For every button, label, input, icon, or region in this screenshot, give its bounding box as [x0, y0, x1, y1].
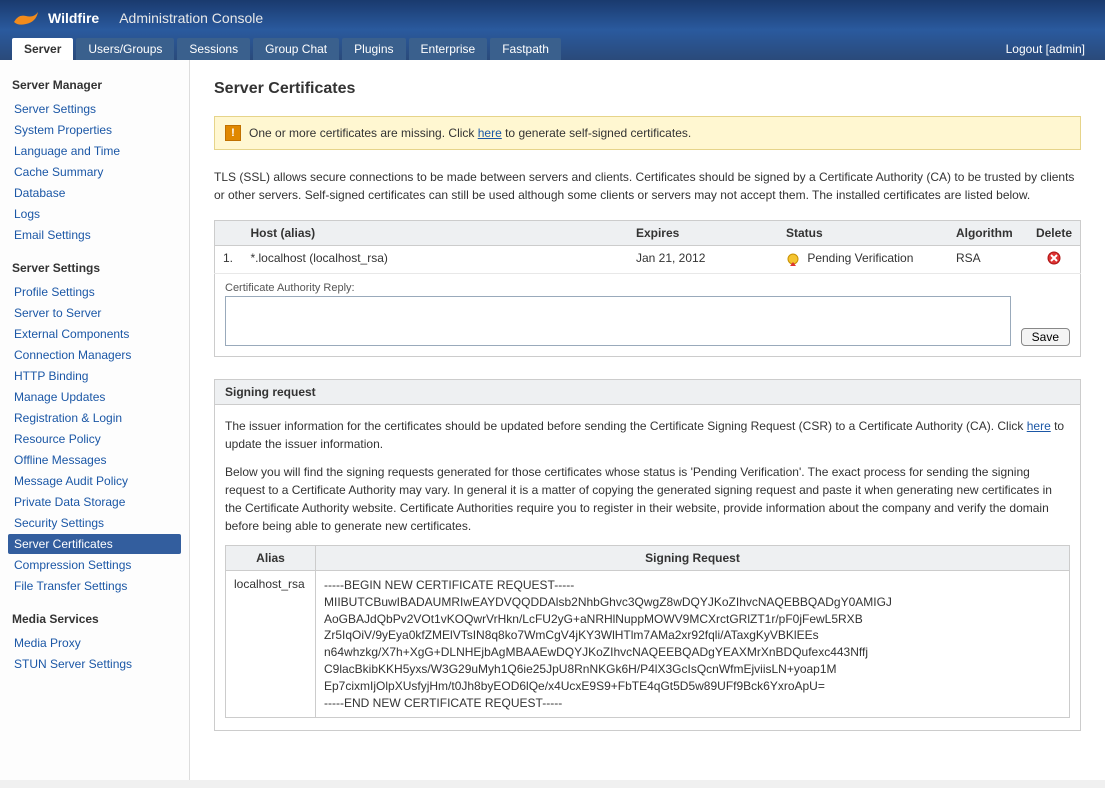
sidebar-item-file-transfer-settings[interactable]: File Transfer Settings: [8, 576, 181, 596]
sidebar-item-language-time[interactable]: Language and Time: [8, 141, 181, 161]
tab-enterprise[interactable]: Enterprise: [409, 38, 488, 60]
tab-sessions[interactable]: Sessions: [177, 38, 250, 60]
signing-request-body: The issuer information for the certifica…: [214, 405, 1081, 731]
console-title: Administration Console: [119, 10, 263, 26]
col-host: Host (alias): [243, 221, 628, 246]
col-status: Status: [778, 221, 948, 246]
sidebar-item-server-to-server[interactable]: Server to Server: [8, 303, 181, 323]
ca-reply-input[interactable]: [225, 296, 1011, 346]
col-alias: Alias: [226, 546, 316, 571]
logo: Wildfire: [12, 8, 99, 28]
delete-button[interactable]: [1047, 254, 1061, 268]
tab-group-chat[interactable]: Group Chat: [253, 38, 339, 60]
cert-row-status: Pending Verification: [778, 246, 948, 274]
sidebar-item-http-binding[interactable]: HTTP Binding: [8, 366, 181, 386]
sidebar-item-connection-managers[interactable]: Connection Managers: [8, 345, 181, 365]
header: Wildfire Administration Console Server U…: [0, 0, 1105, 60]
warning-icon: !: [225, 125, 241, 141]
issuer-update-link[interactable]: here: [1027, 419, 1051, 433]
cert-row-host: *.localhost (localhost_rsa): [243, 246, 628, 274]
product-name: Wildfire: [48, 10, 99, 26]
sidebar-item-compression-settings[interactable]: Compression Settings: [8, 555, 181, 575]
warning-text: One or more certificates are missing. Cl…: [249, 126, 691, 140]
warning-link[interactable]: here: [478, 126, 502, 140]
delete-icon: [1047, 251, 1061, 265]
sidebar-item-external-components[interactable]: External Components: [8, 324, 181, 344]
signing-csr[interactable]: -----BEGIN NEW CERTIFICATE REQUEST-----M…: [324, 577, 1061, 711]
sidebar: Server Manager Server Settings System Pr…: [0, 60, 190, 780]
sidebar-item-email-settings[interactable]: Email Settings: [8, 225, 181, 245]
tab-users-groups[interactable]: Users/Groups: [76, 38, 174, 60]
sidebar-item-system-properties[interactable]: System Properties: [8, 120, 181, 140]
ca-reply-label: Certificate Authority Reply:: [225, 282, 1070, 294]
sidebar-section-server-settings: Server Settings: [8, 255, 181, 281]
sidebar-item-media-proxy[interactable]: Media Proxy: [8, 633, 181, 653]
sidebar-item-security-settings[interactable]: Security Settings: [8, 513, 181, 533]
sidebar-item-message-audit-policy[interactable]: Message Audit Policy: [8, 471, 181, 491]
sidebar-item-logs[interactable]: Logs: [8, 204, 181, 224]
sidebar-item-manage-updates[interactable]: Manage Updates: [8, 387, 181, 407]
pending-icon: [786, 252, 800, 266]
tab-fastpath[interactable]: Fastpath: [490, 38, 561, 60]
save-button[interactable]: Save: [1021, 328, 1070, 346]
sidebar-item-profile-settings[interactable]: Profile Settings: [8, 282, 181, 302]
flame-icon: [12, 8, 40, 28]
sidebar-item-registration-login[interactable]: Registration & Login: [8, 408, 181, 428]
sidebar-item-database[interactable]: Database: [8, 183, 181, 203]
signing-row: localhost_rsa -----BEGIN NEW CERTIFICATE…: [226, 571, 1070, 718]
sidebar-item-server-certificates[interactable]: Server Certificates: [8, 534, 181, 554]
col-signing-request: Signing Request: [316, 546, 1070, 571]
cert-row-expires: Jan 21, 2012: [628, 246, 778, 274]
sidebar-item-offline-messages[interactable]: Offline Messages: [8, 450, 181, 470]
signing-request-desc: Below you will find the signing requests…: [225, 463, 1070, 535]
logout-link[interactable]: Logout [admin]: [1006, 42, 1085, 56]
sidebar-item-resource-policy[interactable]: Resource Policy: [8, 429, 181, 449]
content: Server Certificates ! One or more certif…: [190, 60, 1105, 780]
cert-row: 1. *.localhost (localhost_rsa) Jan 21, 2…: [215, 246, 1081, 274]
signing-alias: localhost_rsa: [226, 571, 316, 718]
cert-row-algorithm: RSA: [948, 246, 1028, 274]
sidebar-item-server-settings[interactable]: Server Settings: [8, 99, 181, 119]
tab-plugins[interactable]: Plugins: [342, 38, 405, 60]
col-delete: Delete: [1028, 221, 1081, 246]
col-algorithm: Algorithm: [948, 221, 1028, 246]
intro-text: TLS (SSL) allows secure connections to b…: [214, 168, 1081, 204]
signing-table: Alias Signing Request localhost_rsa ----…: [225, 545, 1070, 718]
sidebar-item-private-data-storage[interactable]: Private Data Storage: [8, 492, 181, 512]
tab-bar: Server Users/Groups Sessions Group Chat …: [12, 38, 1093, 60]
warning-box: ! One or more certificates are missing. …: [214, 116, 1081, 150]
signing-request-header: Signing request: [214, 379, 1081, 405]
sidebar-item-stun-server-settings[interactable]: STUN Server Settings: [8, 654, 181, 674]
logout: Logout [admin]: [998, 38, 1093, 60]
tab-server[interactable]: Server: [12, 38, 73, 60]
sidebar-section-media-services: Media Services: [8, 606, 181, 632]
sidebar-section-server-manager: Server Manager: [8, 72, 181, 98]
page-title: Server Certificates: [214, 80, 1081, 98]
col-expires: Expires: [628, 221, 778, 246]
sidebar-item-cache-summary[interactable]: Cache Summary: [8, 162, 181, 182]
cert-table: Host (alias) Expires Status Algorithm De…: [214, 220, 1081, 357]
cert-row-num: 1.: [215, 246, 243, 274]
